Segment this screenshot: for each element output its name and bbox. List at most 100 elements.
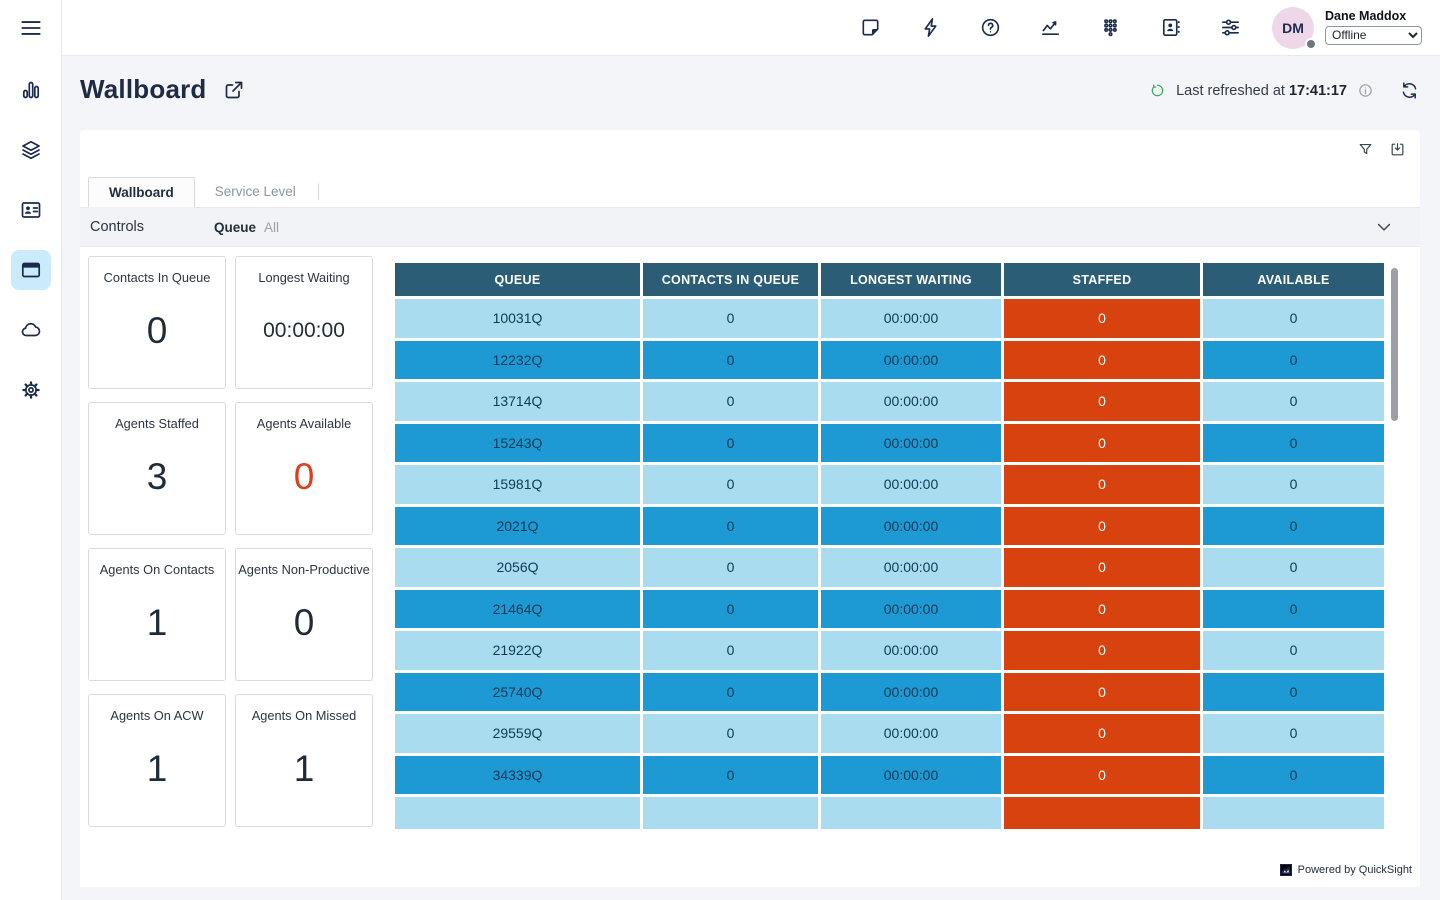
queue-filter-name: Queue <box>214 220 256 235</box>
table-row: 21464Q000:00:0000 <box>395 590 1384 629</box>
panel-tools <box>1357 141 1406 158</box>
table-cell: 0 <box>1203 590 1384 629</box>
table-cell-staffed: 0 <box>1004 673 1200 712</box>
lightning-icon[interactable] <box>919 16 942 39</box>
table-cell: 0 <box>643 673 818 712</box>
table-row: 34339Q000:00:0000 <box>395 756 1384 795</box>
table-cell: 13714Q <box>395 382 640 421</box>
table-cell-staffed: 0 <box>1004 756 1200 795</box>
sidebar-item-layers[interactable] <box>11 130 51 170</box>
table-column-header[interactable]: QUEUE <box>395 263 640 296</box>
table-row: 2021Q000:00:0000 <box>395 507 1384 546</box>
status-dot <box>1305 38 1317 50</box>
tabbar: Wallboard Service Level <box>80 177 1420 208</box>
table-cell-staffed: 0 <box>1004 590 1200 629</box>
table-row: 25740Q000:00:0000 <box>395 673 1384 712</box>
help-icon[interactable] <box>979 16 1002 39</box>
controls-collapse-button[interactable] <box>1374 217 1394 237</box>
table-row: 15243Q000:00:0000 <box>395 424 1384 463</box>
table-cell: 0 <box>643 382 818 421</box>
table-cell: 0 <box>643 631 818 670</box>
queue-filter[interactable]: Queue All <box>214 220 279 235</box>
table-cell: 00:00:00 <box>821 382 1001 421</box>
controls-label: Controls <box>90 219 144 235</box>
table-cell: 0 <box>643 465 818 504</box>
table-cell: 0 <box>1203 673 1384 712</box>
external-link-icon[interactable] <box>222 78 246 102</box>
table-cell: 0 <box>1203 714 1384 753</box>
table-row: 29559Q000:00:0000 <box>395 714 1384 753</box>
info-icon[interactable] <box>1357 82 1374 99</box>
table-cell <box>821 797 1001 829</box>
filter-icon[interactable] <box>1357 141 1374 158</box>
table-cell: 0 <box>1203 465 1384 504</box>
table-cell-staffed: 0 <box>1004 548 1200 587</box>
kpi-value: 0 <box>294 431 315 534</box>
quicksight-footer-label: Powered by QuickSight <box>1298 864 1412 876</box>
table-column-header[interactable]: LONGEST WAITING <box>821 263 1001 296</box>
topbar-icons <box>859 16 1242 39</box>
table-column-header[interactable]: STAFFED <box>1004 263 1200 296</box>
sidebar-item-gear[interactable] <box>11 370 51 410</box>
last-refreshed-text: Last refreshed at 17:41:17 <box>1176 83 1347 99</box>
table-cell: 0 <box>1203 424 1384 463</box>
table-row: 2056Q000:00:0000 <box>395 548 1384 587</box>
table-row: 12232Q000:00:0000 <box>395 341 1384 380</box>
table-cell-staffed: 0 <box>1004 465 1200 504</box>
tab-wallboard[interactable]: Wallboard <box>88 177 195 208</box>
quicksight-footer: Powered by QuickSight <box>1280 864 1412 876</box>
kpi-label: Agents On Contacts <box>100 562 215 577</box>
table-cell: 0 <box>1203 299 1384 338</box>
kpi-value: 0 <box>147 285 168 388</box>
sidebar-item-browser-window[interactable] <box>11 250 51 290</box>
table-cell: 25740Q <box>395 673 640 712</box>
sidebar-item-bar-chart[interactable] <box>11 70 51 110</box>
table-cell: 0 <box>1203 382 1384 421</box>
sidebar-item-id-card[interactable] <box>11 190 51 230</box>
table-cell: 00:00:00 <box>821 673 1001 712</box>
table-cell: 29559Q <box>395 714 640 753</box>
tab-wallboard-label: Wallboard <box>109 185 174 200</box>
table-cell-staffed: 0 <box>1004 631 1200 670</box>
avatar[interactable]: DM <box>1272 7 1314 49</box>
table-body: 10031Q000:00:000012232Q000:00:000013714Q… <box>395 299 1384 829</box>
tab-service-level[interactable]: Service Level <box>195 176 316 207</box>
table-row: 13714Q000:00:0000 <box>395 382 1384 421</box>
sidebar-item-cloud[interactable] <box>11 310 51 350</box>
table-scrollbar[interactable] <box>1391 268 1398 421</box>
table-cell: 21922Q <box>395 631 640 670</box>
refresh-time: 17:41:17 <box>1289 83 1347 99</box>
queue-filter-value: All <box>264 220 279 235</box>
table-cell: 0 <box>643 756 818 795</box>
hamburger-menu-icon[interactable] <box>18 15 44 41</box>
table-cell-staffed: 0 <box>1004 382 1200 421</box>
page-header: Wallboard <box>80 74 246 105</box>
table-cell-staffed: 0 <box>1004 714 1200 753</box>
status-select[interactable]: Offline <box>1325 26 1422 45</box>
line-chart-icon[interactable] <box>1039 16 1062 39</box>
table-cell: 00:00:00 <box>821 714 1001 753</box>
kpi-card: Agents On Contacts1 <box>88 548 226 681</box>
kpi-label: Agents On ACW <box>110 708 203 723</box>
topbar: DM Dane Maddox Offline <box>62 0 1440 56</box>
browser-window-icon <box>19 258 43 282</box>
user-name: Dane Maddox <box>1325 9 1422 23</box>
table-column-header[interactable]: AVAILABLE <box>1203 263 1384 296</box>
gear-icon <box>19 378 43 402</box>
table-cell: 00:00:00 <box>821 590 1001 629</box>
refresh-button[interactable] <box>1399 80 1420 101</box>
kpi-value: 0 <box>294 577 315 680</box>
kpi-card: Agents Available0 <box>235 402 373 535</box>
kpi-grid: Contacts In Queue0Longest Waiting00:00:0… <box>88 256 373 827</box>
table-row: 21922Q000:00:0000 <box>395 631 1384 670</box>
table-cell: 00:00:00 <box>821 631 1001 670</box>
sliders-icon[interactable] <box>1219 16 1242 39</box>
dialpad-icon[interactable] <box>1099 16 1122 39</box>
export-icon[interactable] <box>1389 141 1406 158</box>
table-cell-staffed: 0 <box>1004 299 1200 338</box>
table-cell: 2021Q <box>395 507 640 546</box>
table-column-header[interactable]: CONTACTS IN QUEUE <box>643 263 818 296</box>
note-icon[interactable] <box>859 16 882 39</box>
contacts-icon[interactable] <box>1159 16 1182 39</box>
table-cell: 0 <box>643 341 818 380</box>
